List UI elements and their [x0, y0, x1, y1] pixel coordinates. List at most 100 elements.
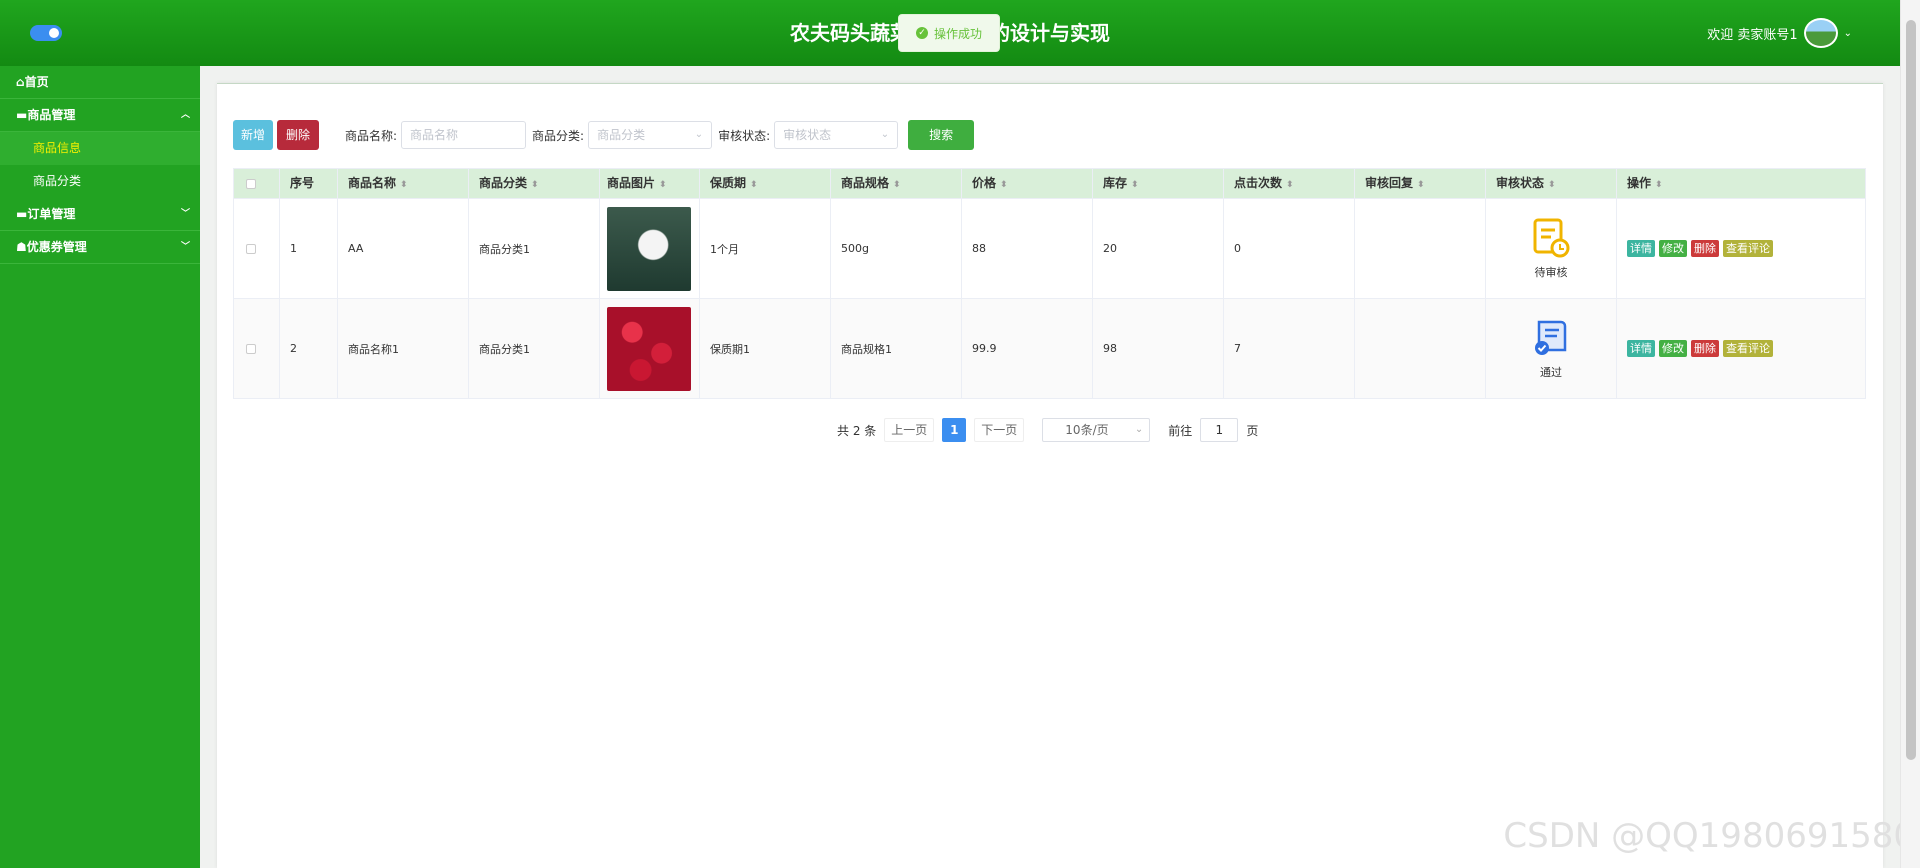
main-panel: 新增 删除 商品名称: 商品名称 商品分类: 商品分类 ⌄ 审核状态: 审核状态…: [217, 83, 1883, 868]
cell-status: 通过: [1486, 299, 1617, 398]
row-delete-button[interactable]: 删除: [1691, 240, 1719, 257]
column-header-status[interactable]: 审核状态 ⬍: [1486, 169, 1617, 198]
table-row: 1 AA 商品分类1 1个月 500g 88 20 0 待审核 详情 修改 删除…: [234, 198, 1865, 298]
sidebar-item-order-management[interactable]: ▬订单管理 ﹀: [0, 198, 200, 231]
edit-button[interactable]: 修改: [1659, 240, 1687, 257]
watermark: CSDN @QQ1980691580: [1503, 816, 1915, 856]
detail-button[interactable]: 详情: [1627, 240, 1655, 257]
sort-icon: ⬍: [1000, 180, 1008, 190]
product-image[interactable]: [607, 206, 691, 291]
chevron-down-icon[interactable]: ⌄: [1844, 28, 1852, 39]
cell-actions: 详情 修改 删除 查看评论: [1617, 299, 1867, 398]
column-header-spec[interactable]: 商品规格 ⬍: [831, 169, 962, 198]
detail-button[interactable]: 详情: [1627, 340, 1655, 357]
sidebar-item-product-category[interactable]: 商品分类: [0, 165, 200, 198]
cell-clicks: 0: [1224, 199, 1355, 298]
welcome-text: 欢迎 卖家账号1: [1707, 27, 1798, 43]
sidebar-item-coupon-management[interactable]: ☗优惠券管理 ﹀: [0, 231, 200, 264]
sidebar-item-home[interactable]: ⌂首页: [0, 66, 200, 99]
chevron-down-icon: ﹀: [180, 242, 190, 252]
vertical-scrollbar[interactable]: [1900, 0, 1920, 868]
column-header-price[interactable]: 价格 ⬍: [962, 169, 1093, 198]
cell-spec: 500g: [831, 199, 962, 298]
column-header-reply[interactable]: 审核回复 ⬍: [1355, 169, 1486, 198]
goto-label: 前往: [1168, 423, 1193, 438]
column-header-stock[interactable]: 库存 ⬍: [1093, 169, 1224, 198]
table-row: 2 商品名称1 商品分类1 保质期1 商品规格1 99.9 98 7 通过 详情…: [234, 298, 1865, 398]
column-header-actions[interactable]: 操作 ⬍: [1617, 169, 1867, 198]
add-button[interactable]: 新增: [233, 120, 273, 150]
cell-category: 商品分类1: [469, 299, 600, 398]
sort-icon: ⬍: [1286, 180, 1294, 190]
product-image[interactable]: [607, 306, 691, 391]
sidebar-item-product-info[interactable]: 商品信息: [0, 132, 200, 165]
cell-spec: 商品规格1: [831, 299, 962, 398]
sort-icon: ⬍: [750, 180, 758, 190]
sort-icon: ⬍: [1417, 180, 1425, 190]
column-header-name[interactable]: 商品名称 ⬍: [338, 169, 469, 198]
search-toolbar: 新增 删除 商品名称: 商品名称 商品分类: 商品分类 ⌄ 审核状态: 审核状态…: [233, 120, 975, 150]
view-reviews-button[interactable]: 查看评论: [1723, 240, 1773, 257]
sidebar-item-product-management[interactable]: ▬商品管理 ︿: [0, 99, 200, 132]
product-table: 序号 商品名称 ⬍ 商品分类 ⬍ 商品图片 ⬍ 保质期 ⬍ 商品规格 ⬍ 价格 ⬍ 库存 ⬍ …: [233, 168, 1866, 399]
cell-stock: 98: [1093, 299, 1224, 398]
cell-price: 88: [962, 199, 1093, 298]
total-count: 共 2 条: [837, 423, 877, 438]
sort-icon: ⬍: [893, 180, 901, 190]
goto-page-input[interactable]: 1: [1200, 418, 1239, 442]
audit-status-select[interactable]: 审核状态 ⌄: [774, 121, 899, 149]
cell-stock: 20: [1093, 199, 1224, 298]
column-header-image[interactable]: 商品图片 ⬍: [600, 169, 700, 198]
cell-reply: [1355, 199, 1486, 298]
prev-page-button[interactable]: 上一页: [884, 418, 935, 442]
cell-shelf-life: 保质期1: [700, 299, 831, 398]
chevron-up-icon: ︿: [180, 110, 190, 120]
check-circle-icon: ✓: [915, 27, 928, 39]
column-header-shelf-life[interactable]: 保质期 ⬍: [700, 169, 831, 198]
cell-category: 商品分类1: [469, 199, 600, 298]
next-page-button[interactable]: 下一页: [974, 418, 1025, 442]
row-delete-button[interactable]: 删除: [1691, 340, 1719, 357]
audit-status-label: 审核状态:: [718, 128, 771, 143]
page-size-select[interactable]: 10条/页 ⌄: [1042, 418, 1151, 442]
cell-reply: [1355, 299, 1486, 398]
list-icon: ▬: [16, 207, 28, 221]
sort-icon: ⬍: [1548, 180, 1556, 190]
column-header-clicks[interactable]: 点击次数 ⬍: [1224, 169, 1355, 198]
list-icon: ▬: [16, 108, 28, 122]
home-icon: ⌂: [16, 75, 25, 89]
row-checkbox[interactable]: [246, 343, 256, 354]
sidebar: ⌂首页 ▬商品管理 ︿ 商品信息 商品分类 ▬订单管理 ﹀ ☗优惠券管理 ﹀: [0, 66, 200, 868]
cell-name: AA: [338, 199, 469, 298]
pagination: 共 2 条 上一页 1 下一页 10条/页 ⌄ 前往 1 页: [837, 417, 1258, 443]
column-header-index: 序号: [280, 169, 338, 198]
cell-shelf-life: 1个月: [700, 199, 831, 298]
column-header-category[interactable]: 商品分类 ⬍: [469, 169, 600, 198]
delete-button[interactable]: 删除: [277, 120, 319, 150]
search-button[interactable]: 搜索: [908, 120, 975, 150]
avatar[interactable]: [1803, 18, 1838, 48]
current-page[interactable]: 1: [942, 418, 967, 442]
cell-index: 2: [280, 299, 338, 398]
pending-review-icon: [1531, 218, 1571, 258]
cell-actions: 详情 修改 删除 查看评论: [1617, 199, 1867, 298]
view-reviews-button[interactable]: 查看评论: [1723, 340, 1773, 357]
cell-status: 待审核: [1486, 199, 1617, 298]
edit-button[interactable]: 修改: [1659, 340, 1687, 357]
sort-icon: ⬍: [531, 180, 539, 190]
select-all-checkbox[interactable]: [246, 178, 256, 189]
scrollbar-thumb[interactable]: [1906, 20, 1916, 760]
select-all-checkbox-cell[interactable]: [234, 169, 280, 198]
cell-price: 99.9: [962, 299, 1093, 398]
name-label: 商品名称:: [345, 128, 398, 143]
row-checkbox[interactable]: [246, 243, 256, 254]
chevron-down-icon: ﹀: [180, 209, 190, 219]
table-header: 序号 商品名称 ⬍ 商品分类 ⬍ 商品图片 ⬍ 保质期 ⬍ 商品规格 ⬍ 价格 ⬍ 库存 ⬍ …: [234, 169, 1865, 198]
cell-name: 商品名称1: [338, 299, 469, 398]
user-menu[interactable]: 欢迎 卖家账号1 ⌄: [1707, 18, 1852, 48]
category-select[interactable]: 商品分类 ⌄: [588, 121, 713, 149]
approved-icon: [1531, 318, 1571, 358]
toast-message: 操作成功: [933, 26, 982, 41]
name-input[interactable]: 商品名称: [401, 121, 527, 149]
chevron-down-icon: ⌄: [1134, 424, 1144, 435]
